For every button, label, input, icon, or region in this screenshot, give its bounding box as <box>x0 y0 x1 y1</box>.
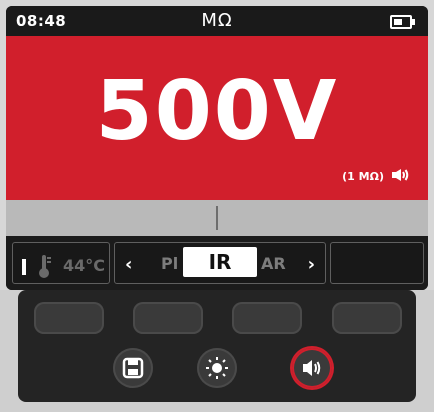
blank-softkey[interactable] <box>330 242 424 284</box>
keypad-panel <box>18 290 416 402</box>
chevron-left-icon[interactable]: ‹ <box>125 254 132 275</box>
speaker-icon <box>392 168 410 185</box>
chevron-right-icon[interactable]: › <box>308 254 315 275</box>
device: 08:48 MΩ 500V (1 MΩ) 44°C ‹ Pl IR AR › <box>0 0 434 412</box>
mode-left-ghost: Pl <box>161 254 179 273</box>
speaker-icon <box>303 360 321 376</box>
speaker-button[interactable] <box>292 348 332 388</box>
mode-selected[interactable]: IR <box>183 247 257 277</box>
thermometer-icon <box>35 253 53 283</box>
function-button-2[interactable] <box>133 302 203 334</box>
brightness-button[interactable] <box>197 348 237 388</box>
status-bar: 08:48 MΩ <box>6 6 428 36</box>
temperature-bar <box>22 259 26 275</box>
analog-scale <box>6 200 428 236</box>
keypad <box>0 290 434 412</box>
function-button-1[interactable] <box>34 302 104 334</box>
mode-selector[interactable]: ‹ Pl IR AR › <box>114 242 326 284</box>
display-screen: 08:48 MΩ 500V (1 MΩ) 44°C ‹ Pl IR AR › <box>6 6 428 290</box>
measurement-unit: MΩ <box>201 10 233 31</box>
save-icon <box>122 357 144 379</box>
scale-tick <box>216 206 218 230</box>
function-button-3[interactable] <box>232 302 302 334</box>
main-readout: 500V (1 MΩ) <box>6 36 428 200</box>
range-label: (1 MΩ) <box>342 170 384 183</box>
save-button[interactable] <box>113 348 153 388</box>
brightness-icon <box>206 357 228 379</box>
mode-right-ghost: AR <box>261 254 286 273</box>
test-voltage: 500V <box>95 64 339 159</box>
range-info: (1 MΩ) <box>342 168 410 185</box>
temperature-value: 44°C <box>63 256 106 275</box>
battery-icon <box>390 15 415 29</box>
temperature-softkey[interactable]: 44°C <box>12 242 110 284</box>
function-button-4[interactable] <box>332 302 402 334</box>
softkey-bar: 44°C ‹ Pl IR AR › <box>6 236 428 290</box>
